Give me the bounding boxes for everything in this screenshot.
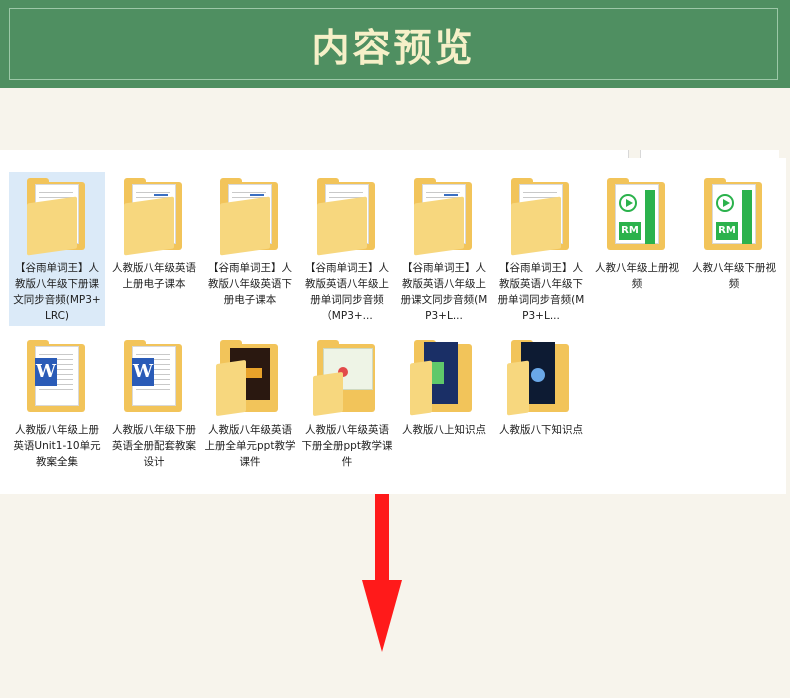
folder-item[interactable]: RM 人教八年级上册视频 [589, 172, 685, 292]
folder-video-icon: RM [686, 172, 782, 260]
folder-word-icon: W [9, 334, 105, 422]
folder-label: 人教版八下知识点 [499, 424, 583, 436]
rm-badge: RM [716, 222, 738, 240]
folder-image-icon [202, 334, 298, 422]
folder-image-icon [493, 334, 589, 422]
folder-image-icon [396, 334, 492, 422]
folder-word-icon: W [106, 334, 202, 422]
folder-item[interactable]: 【谷雨单词王】人教版英语八年级下册单词同步音频(MP3+L... [493, 172, 589, 324]
folder-doc-icon [299, 172, 395, 260]
folder-item[interactable]: 人教版八年级英语上册电子课本 [106, 172, 202, 292]
folder-label: 人教版八年级下册英语全册配套教案设计 [112, 424, 196, 468]
folder-item[interactable]: 人教版八上知识点 [396, 334, 492, 438]
folder-label: 人教版八上知识点 [402, 424, 486, 436]
folder-item[interactable]: 【谷雨单词王】人教版八年级英语下册电子课本 [202, 172, 298, 308]
folder-label: 人教版八年级英语上册全单元ppt教学课件 [204, 424, 296, 468]
header-banner: 内容预览 [0, 0, 790, 88]
folder-item[interactable]: W 人教版八年级下册英语全册配套教案设计 [106, 334, 202, 470]
folder-label: 人教版八年级英语下册全册ppt教学课件 [301, 424, 393, 468]
folder-item[interactable]: 【谷雨单词王】人教版英语八年级上册单词同步音频（MP3+... [299, 172, 395, 324]
page-title: 内容预览 [311, 24, 476, 70]
folder-item[interactable]: 人教版八年级英语上册全单元ppt教学课件 [202, 334, 298, 470]
folder-label: 【谷雨单词王】人教版英语八年级上册单词同步音频（MP3+... [305, 262, 389, 322]
folder-label: 【谷雨单词王】人教版八年级下册课文同步音频(MP3+LRC) [13, 262, 101, 322]
folder-item[interactable]: 人教版八年级英语下册全册ppt教学课件 [299, 334, 395, 470]
folder-doc-icon [202, 172, 298, 260]
folder-item[interactable]: W 人教版八年级上册英语Unit1-10单元教案全集 [9, 334, 105, 470]
file-explorer-view: 【谷雨单词王】人教版八年级下册课文同步音频(MP3+LRC) 人教版八年级英语上… [0, 158, 786, 494]
folder-label: 【谷雨单词王】人教版英语八年级上册课文同步音频(MP3+L... [400, 262, 488, 322]
folder-item[interactable]: RM 人教八年级下册视频 [686, 172, 782, 292]
folder-label: 【谷雨单词王】人教版八年级英语下册电子课本 [208, 262, 292, 306]
folder-label: 人教八年级上册视频 [595, 262, 679, 290]
banner-frame: 内容预览 [9, 8, 778, 80]
folder-video-icon: RM [589, 172, 685, 260]
folder-doc-icon [493, 172, 589, 260]
folder-label: 【谷雨单词王】人教版英语八年级下册单词同步音频(MP3+L... [497, 262, 585, 322]
folder-doc-icon [106, 172, 202, 260]
folder-image-icon [299, 334, 395, 422]
folder-doc-icon [396, 172, 492, 260]
word-icon: W [35, 358, 57, 386]
rm-badge: RM [619, 222, 641, 240]
folder-item[interactable]: 【谷雨单词王】人教版八年级下册课文同步音频(MP3+LRC) [9, 172, 105, 326]
folder-label: 人教版八年级英语上册电子课本 [112, 262, 196, 290]
folder-item[interactable]: 【谷雨单词王】人教版英语八年级上册课文同步音频(MP3+L... [396, 172, 492, 324]
folder-label: 人教八年级下册视频 [692, 262, 776, 290]
folder-label: 人教版八年级上册英语Unit1-10单元教案全集 [13, 424, 101, 468]
play-icon [716, 194, 734, 212]
toolbar-strip-left [0, 150, 629, 158]
down-arrow-head-icon [362, 580, 402, 652]
folder-doc-icon [9, 172, 105, 260]
folder-item[interactable]: 人教版八下知识点 [493, 334, 589, 438]
down-arrow-icon [375, 494, 389, 582]
word-icon: W [132, 358, 154, 386]
play-icon [619, 194, 637, 212]
